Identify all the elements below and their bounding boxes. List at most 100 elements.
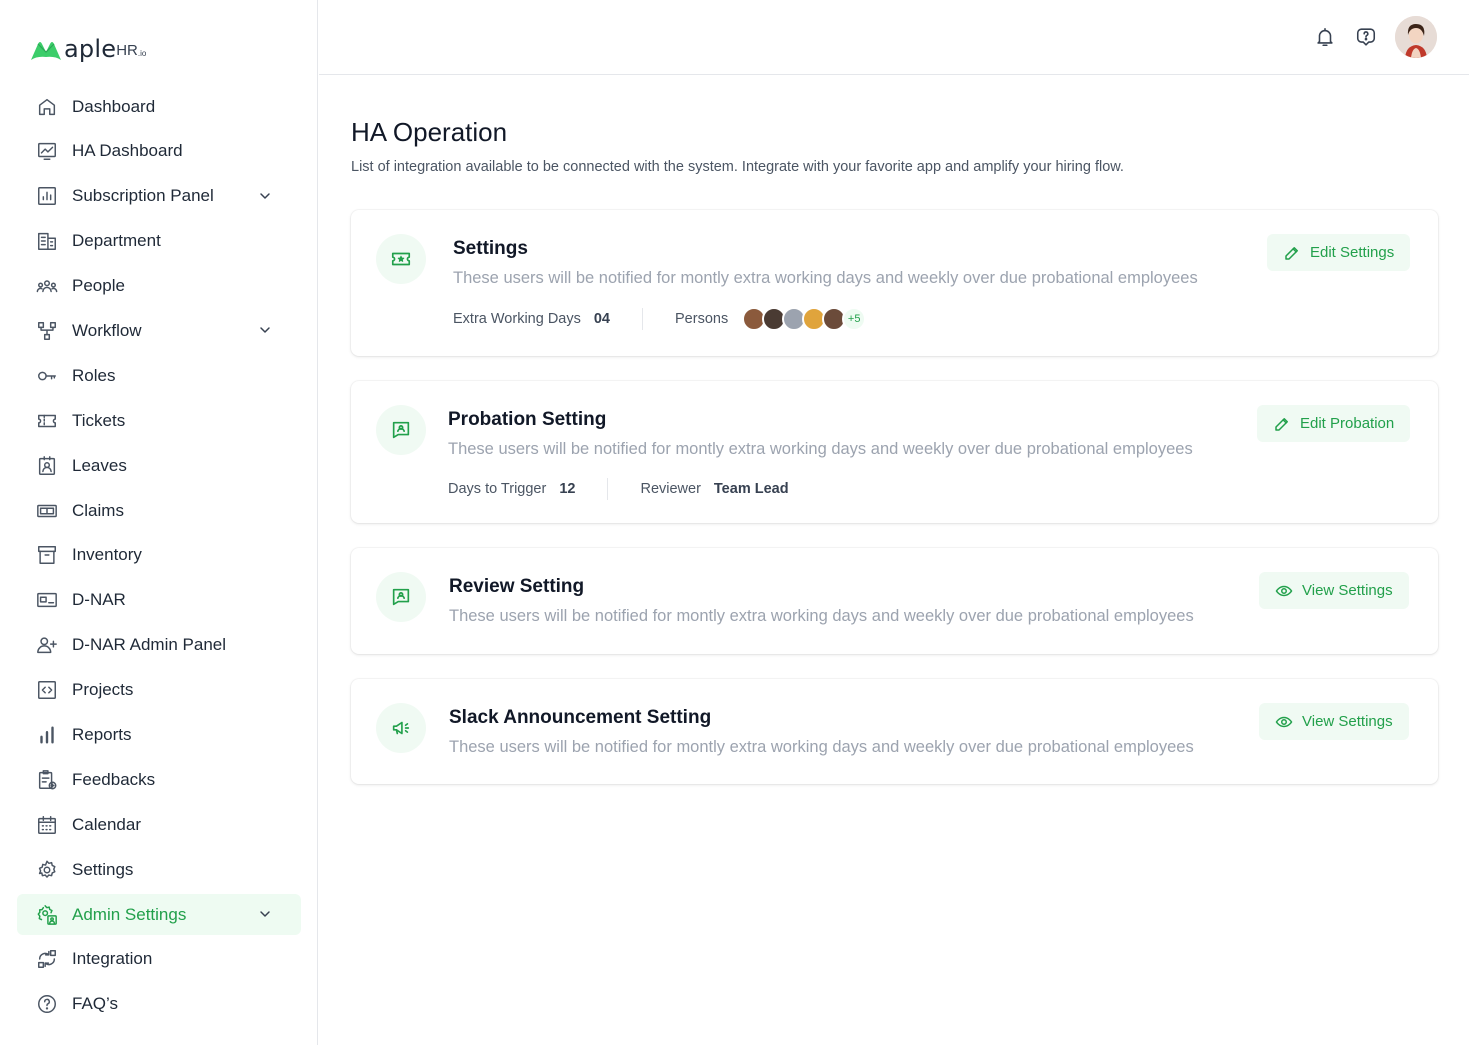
sidebar-item-label: Projects: [72, 680, 134, 700]
sidebar: aple HR .io Dashboard HA Dashboard Subscri…: [0, 0, 318, 1045]
button-label: View Settings: [1302, 713, 1393, 730]
more-persons-badge[interactable]: +5: [842, 307, 867, 331]
chart-board-icon: [36, 140, 58, 162]
sidebar-item-reports[interactable]: Reports: [17, 714, 301, 755]
id-badge-icon: [36, 455, 58, 477]
sidebar-item-label: Admin Settings: [72, 904, 187, 924]
code-square-icon: [36, 679, 58, 701]
card-title: Probation Setting: [448, 409, 607, 430]
eye-icon: [1275, 585, 1293, 596]
money-icon: [36, 500, 58, 522]
sidebar-item-integration[interactable]: Integration: [17, 939, 301, 980]
ticket-icon: [36, 410, 58, 432]
logo-hr: HR: [116, 42, 138, 59]
sidebar-item-projects[interactable]: Projects: [17, 670, 301, 711]
home-icon: [36, 96, 58, 118]
integration-icon: [36, 948, 58, 970]
sidebar-nav: Dashboard HA Dashboard Subscription Panel D…: [17, 86, 301, 1029]
view-settings-button[interactable]: View Settings: [1259, 703, 1409, 740]
sidebar-item-subscription-panel[interactable]: Subscription Panel: [17, 176, 301, 217]
sidebar-item-label: Department: [72, 231, 161, 251]
sidebar-item-roles[interactable]: Roles: [17, 355, 301, 396]
topbar: [319, 0, 1469, 75]
calendar-icon: [36, 814, 58, 836]
edit-probation-button[interactable]: Edit Probation: [1257, 405, 1411, 442]
meta-value: Team Lead: [713, 481, 789, 497]
chevron-down-icon[interactable]: [257, 906, 273, 922]
sidebar-item-label: FAQ’s: [72, 994, 118, 1014]
sidebar-item-dashboard[interactable]: Dashboard: [17, 86, 301, 127]
edit-settings-button[interactable]: Edit Settings: [1267, 234, 1411, 271]
button-label: Edit Settings: [1310, 244, 1395, 261]
pencil-icon: [1285, 246, 1298, 260]
chevron-down-icon[interactable]: [257, 188, 273, 204]
logo-io: .io: [137, 49, 147, 58]
sidebar-item-label: HA Dashboard: [72, 141, 183, 161]
sidebar-item-people[interactable]: People: [17, 266, 301, 307]
card-title: Review Setting: [449, 576, 585, 597]
sidebar-item-calendar[interactable]: Calendar: [17, 804, 301, 845]
clipboard-icon: [36, 769, 58, 791]
ticket-star-icon: [376, 234, 426, 284]
chevron-down-icon[interactable]: [257, 322, 273, 338]
eye-icon: [1275, 716, 1293, 727]
key-icon: [36, 365, 58, 387]
message-person-icon: [376, 572, 426, 622]
meta-label: Persons: [675, 311, 729, 327]
sidebar-item-d-nar-admin-panel[interactable]: D-NAR Admin Panel: [17, 625, 301, 666]
bar-chart-icon: [36, 724, 58, 746]
maple-logo-mark-icon: [31, 42, 61, 60]
people-icon: [36, 275, 58, 297]
bar-chart-square-icon: [36, 185, 58, 207]
help-icon[interactable]: [1355, 26, 1377, 48]
sidebar-item-label: Integration: [72, 949, 153, 969]
sidebar-item-feedbacks[interactable]: Feedbacks: [17, 759, 301, 800]
sidebar-item-label: Leaves: [72, 455, 127, 475]
card-title: Settings: [453, 238, 528, 259]
pencil-icon: [1275, 417, 1288, 431]
building-icon: [36, 230, 58, 252]
card-title: Slack Announcement Setting: [449, 707, 712, 728]
gear-icon: [36, 859, 58, 881]
bell-icon[interactable]: [1314, 26, 1336, 48]
card-description: These users will be notified for montly …: [449, 607, 1194, 625]
sidebar-item-label: Feedbacks: [72, 769, 156, 789]
card-meta: Days to Trigger 12 Reviewer Team Lead: [448, 476, 789, 502]
sidebar-item-ha-dashboard[interactable]: HA Dashboard: [17, 131, 301, 172]
sidebar-item-admin-settings[interactable]: Admin Settings: [17, 894, 301, 936]
sidebar-item-label: Settings: [72, 859, 134, 879]
page-title: HA Operation: [351, 117, 508, 147]
persons-avatar-group[interactable]: +5: [742, 307, 867, 331]
sidebar-item-leaves[interactable]: Leaves: [17, 445, 301, 486]
meta-label: Reviewer: [640, 481, 701, 497]
sidebar-item-department[interactable]: Department: [17, 221, 301, 262]
question-icon: [36, 993, 58, 1015]
sidebar-item-inventory[interactable]: Inventory: [17, 535, 301, 576]
probation-setting-card: Probation Setting These users will be no…: [351, 381, 1438, 523]
sidebar-item-claims[interactable]: Claims: [17, 490, 301, 531]
sidebar-item-label: People: [72, 276, 125, 296]
sidebar-item-label: Claims: [72, 500, 124, 520]
sidebar-item-faq-s[interactable]: FAQ’s: [17, 984, 301, 1025]
sidebar-item-label: Calendar: [72, 814, 141, 834]
button-label: View Settings: [1302, 582, 1393, 599]
view-settings-button[interactable]: View Settings: [1259, 572, 1409, 609]
sidebar-item-label: Tickets: [72, 410, 126, 430]
meta-label: Extra Working Days: [453, 311, 581, 327]
slack-announcement-card: Slack Announcement Setting These users w…: [351, 679, 1438, 784]
user-avatar[interactable]: [1395, 16, 1437, 58]
megaphone-icon: [376, 703, 426, 753]
meta-label: Days to Trigger: [448, 481, 547, 497]
logo-wordmark: aple: [64, 35, 117, 63]
sidebar-item-settings[interactable]: Settings: [17, 849, 301, 890]
sidebar-item-workflow[interactable]: Workflow: [17, 310, 301, 351]
meta-value: 04: [593, 311, 610, 327]
sidebar-item-label: Subscription Panel: [72, 186, 214, 206]
admin-gear-icon: [36, 904, 58, 926]
sidebar-item-tickets[interactable]: Tickets: [17, 400, 301, 441]
maplehr-logo[interactable]: aple HR .io: [29, 32, 146, 62]
divider: [607, 478, 609, 500]
sidebar-item-label: D-NAR: [72, 590, 126, 610]
sidebar-item-label: Inventory: [72, 545, 142, 565]
sidebar-item-d-nar[interactable]: D-NAR: [17, 580, 301, 621]
